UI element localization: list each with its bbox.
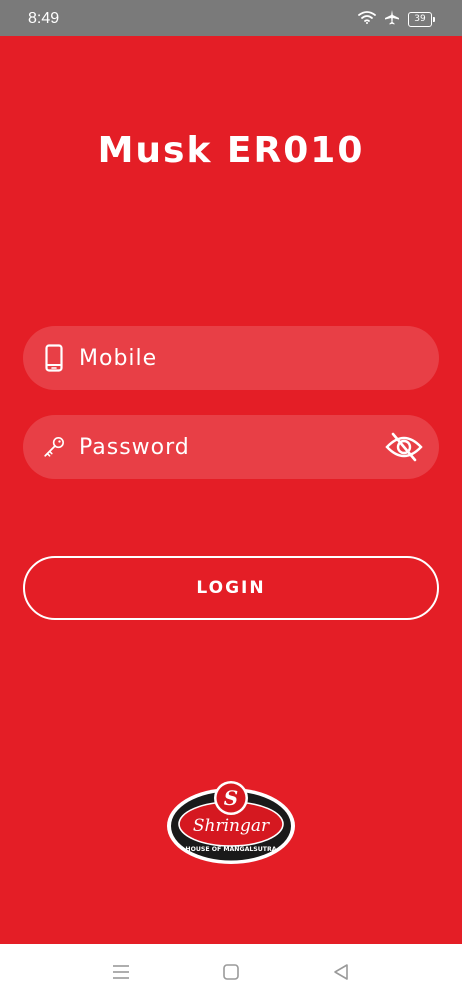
home-square-icon[interactable] <box>219 960 243 984</box>
status-time: 8:49 <box>28 10 60 27</box>
navigation-bar <box>0 944 462 1000</box>
wifi-icon <box>358 10 376 29</box>
back-triangle-icon[interactable] <box>329 960 353 984</box>
password-input[interactable] <box>77 433 371 461</box>
status-bar: 8:49 39 <box>0 0 462 36</box>
app-title: Musk ER010 <box>97 130 365 171</box>
battery-icon: 39 <box>408 12 435 27</box>
key-icon <box>43 432 65 462</box>
svg-text:HOUSE OF MANGALSUTRA: HOUSE OF MANGALSUTRA <box>185 846 276 853</box>
eye-off-icon[interactable] <box>385 429 423 465</box>
menu-icon[interactable] <box>109 960 133 984</box>
mobile-input[interactable] <box>77 344 371 372</box>
status-icons: 39 <box>358 9 435 30</box>
svg-text:S: S <box>224 786 238 810</box>
login-button[interactable]: LOGIN <box>23 556 439 620</box>
airplane-icon <box>384 9 400 30</box>
password-field[interactable] <box>23 415 439 479</box>
phone-icon <box>43 343 65 373</box>
mobile-field[interactable] <box>23 326 439 390</box>
svg-text:Shringar: Shringar <box>193 816 270 836</box>
login-screen: 8:49 39 Musk ER010 Mobile LOGIN S Shring… <box>0 0 462 1000</box>
shringar-logo: S Shringar HOUSE OF MANGALSUTRA <box>165 778 297 868</box>
